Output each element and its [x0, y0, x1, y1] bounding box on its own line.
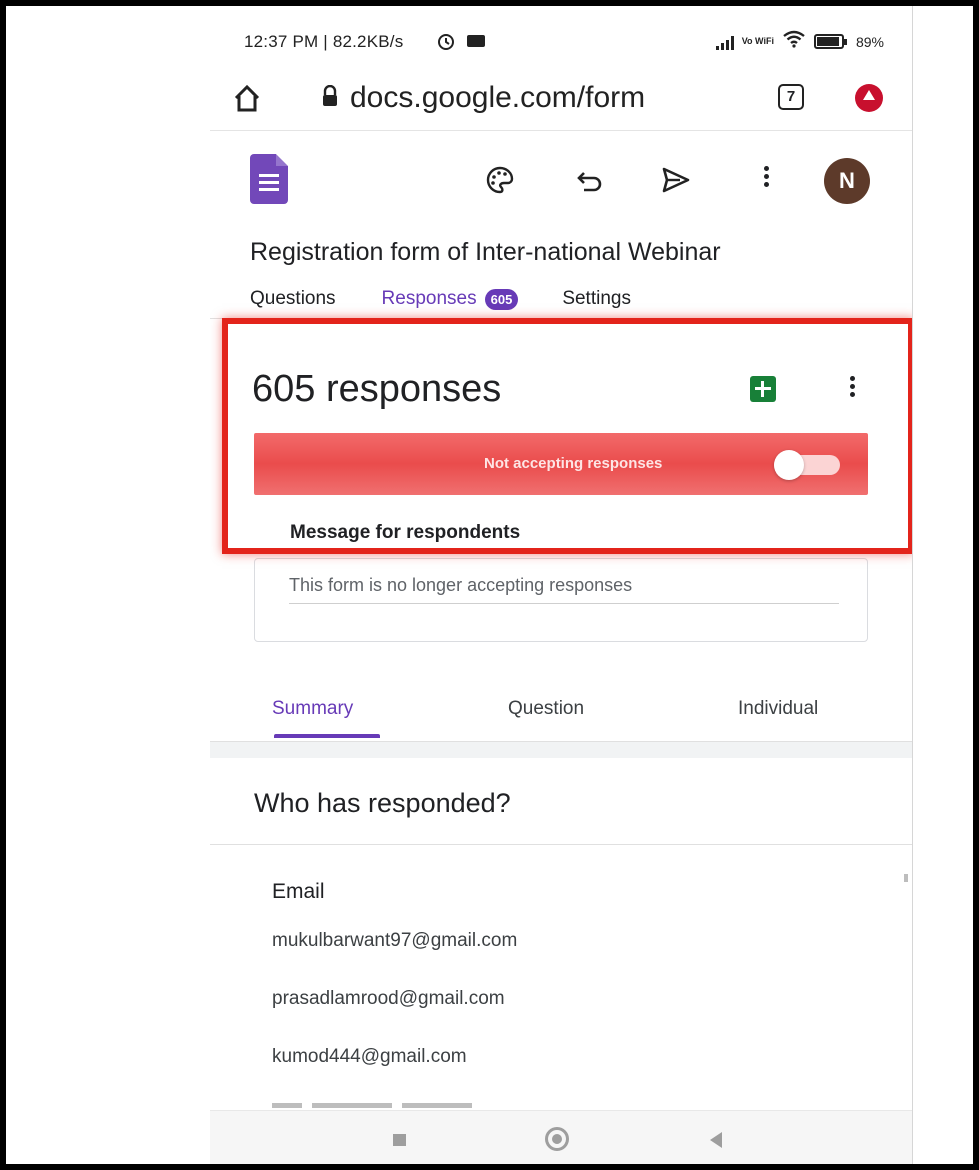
list-item-partial	[272, 1096, 532, 1108]
tab-question[interactable]: Question	[508, 698, 584, 720]
undo-icon[interactable]	[570, 160, 610, 200]
recents-button[interactable]	[393, 1134, 406, 1146]
form-title: Registration form of Inter-national Webi…	[250, 238, 721, 266]
volte-wifi-label: Vo WiFi	[741, 36, 774, 46]
tab-responses[interactable]: Responses 605	[382, 288, 519, 310]
lock-icon	[322, 84, 338, 107]
active-tab-indicator	[274, 734, 380, 738]
right-edge-line	[912, 6, 913, 1164]
status-bar: 12:37 PM | 82.2KB/s Vo WiFi 89%	[210, 6, 912, 72]
tab-settings[interactable]: Settings	[562, 288, 631, 310]
tab-responses-label: Responses	[381, 288, 477, 309]
status-indicators: Vo WiFi 89%	[715, 30, 884, 53]
left-margin	[6, 6, 210, 1164]
sub-tabs: Summary Question Individual	[210, 684, 912, 740]
more-vert-icon[interactable]	[764, 166, 770, 190]
message-underline	[289, 603, 839, 604]
wifi-icon	[782, 30, 806, 53]
list-item: kumod444@gmail.com	[272, 1046, 467, 1067]
red-highlight-box	[222, 318, 912, 554]
who-responded-title: Who has responded?	[254, 788, 511, 818]
battery-icon	[813, 34, 847, 49]
scrollbar[interactable]	[904, 874, 908, 882]
alarm-icon	[436, 31, 456, 56]
email-column-label: Email	[272, 880, 325, 903]
avatar[interactable]: N	[824, 158, 870, 204]
tab-switcher-button[interactable]: 7	[778, 84, 804, 110]
url-divider	[210, 130, 912, 131]
home-button[interactable]	[545, 1127, 569, 1151]
tab-individual[interactable]: Individual	[738, 698, 818, 720]
status-time: 12:37 PM | 82.2KB/s	[244, 32, 404, 51]
back-button[interactable]	[710, 1132, 722, 1148]
home-icon[interactable]	[232, 82, 262, 114]
list-item: mukulbarwant97@gmail.com	[272, 930, 518, 951]
tab-summary[interactable]: Summary	[272, 698, 353, 720]
section-gap	[210, 742, 912, 758]
top-tabs: Questions Responses 605 Settings	[250, 288, 631, 310]
message-input[interactable]: This form is no longer accepting respons…	[289, 575, 632, 596]
signal-icon	[715, 34, 734, 50]
send-icon[interactable]	[656, 160, 696, 200]
responses-count-badge: 605	[484, 289, 519, 310]
tab-questions[interactable]: Questions	[250, 288, 336, 310]
phone-screen: 12:37 PM | 82.2KB/s Vo WiFi 89% docs.goo…	[210, 6, 912, 1164]
browser-url-bar: docs.google.com/form 7	[210, 72, 912, 130]
system-nav-bar	[210, 1110, 912, 1164]
palette-icon[interactable]	[480, 160, 520, 200]
extension-icon[interactable]	[855, 84, 883, 112]
url-text[interactable]: docs.google.com/form	[350, 81, 645, 115]
who-divider	[210, 844, 912, 845]
notification-icon	[466, 33, 486, 54]
list-item: prasadlamrood@gmail.com	[272, 988, 505, 1009]
battery-percent: 89%	[855, 33, 884, 50]
forms-logo[interactable]	[250, 154, 288, 204]
message-box: This form is no longer accepting respons…	[254, 558, 868, 642]
